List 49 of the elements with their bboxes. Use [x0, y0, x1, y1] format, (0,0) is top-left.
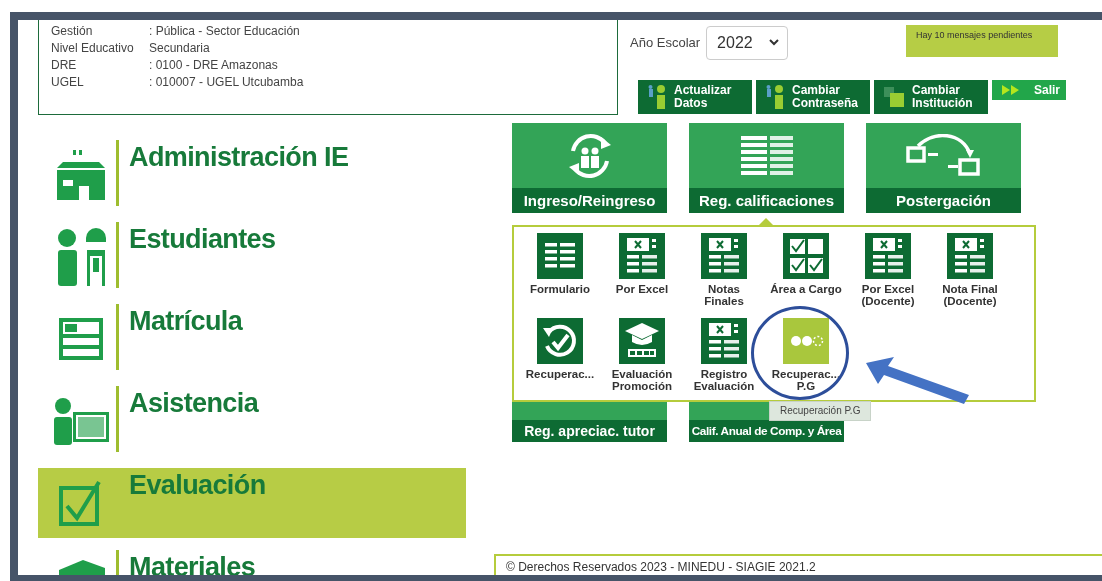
school-year-select[interactable]: 2022 — [706, 25, 789, 60]
chevron-down-icon — [769, 39, 780, 46]
checklist-icon — [783, 233, 829, 279]
excel-sheet-icon — [619, 233, 665, 279]
messages-notice[interactable]: Hay 10 mensajes pendientes — [906, 25, 1059, 57]
header-button[interactable]: Actualizar Datos — [638, 80, 752, 114]
person-icon — [766, 85, 786, 109]
refresh-check-icon — [537, 318, 583, 364]
submenu-item[interactable]: Formulario — [519, 233, 601, 318]
info-value: : Pública - Sector Educación — [149, 24, 301, 38]
tooltip: Recuperación P.G — [769, 401, 872, 421]
squares-icon — [884, 85, 906, 109]
menu-tile[interactable]: Postergación — [866, 123, 1021, 213]
excel-sheet-icon — [947, 233, 993, 279]
table-list-icon — [738, 133, 795, 178]
graduation-cap-icon — [619, 318, 665, 364]
header-button[interactable]: Cambiar Contraseña — [756, 80, 870, 114]
submenu-item[interactable]: Por Excel — [601, 233, 683, 318]
person-icon — [648, 85, 668, 109]
header-button[interactable]: Cambiar Institución — [874, 80, 988, 114]
submenu-item[interactable]: Registro Evaluación — [683, 318, 765, 403]
sidebar-item[interactable]: Matrícula — [38, 304, 466, 374]
submenu-item[interactable]: Evaluación Promoción — [601, 318, 683, 403]
spreadsheet-icon — [537, 233, 583, 279]
info-value: : 010007 - UGEL Utcubamba — [149, 75, 305, 89]
info-label: Nivel Educativo — [51, 41, 135, 55]
info-label: Gestión — [51, 24, 94, 38]
footer-text: © Derechos Reservados 2023 - MINEDU - SIAGIE 2021.2 — [494, 554, 1102, 575]
submenu-item[interactable]: Recuperac... — [519, 318, 601, 403]
submenu-item[interactable]: Recuperac... P.G — [765, 318, 847, 403]
info-label: DRE — [51, 58, 78, 72]
excel-sheet-icon — [865, 233, 911, 279]
submenu-item[interactable]: Notas Finales — [683, 233, 765, 318]
info-value: : 0100 - DRE Amazonas — [149, 58, 279, 72]
info-value: Secundaria — [149, 41, 211, 55]
sidebar-item[interactable]: Asistencia — [38, 386, 466, 456]
sidebar-item[interactable]: Administración IE — [38, 140, 466, 210]
menu-tile[interactable]: Reg. apreciac. tutor — [512, 400, 667, 442]
submenu-item[interactable]: Por Excel (Docente) — [847, 233, 929, 318]
dots-icon — [783, 318, 829, 364]
excel-sheet-icon — [701, 233, 747, 279]
excel-sheet-icon — [701, 318, 747, 364]
submenu-item[interactable]: Nota Final (Docente) — [929, 233, 1011, 318]
menu-tile[interactable]: Reg. calificaciones — [689, 123, 844, 213]
sidebar-item[interactable]: Estudiantes — [38, 222, 466, 292]
info-label: UGEL — [51, 75, 85, 89]
school-year-label: Año Escolar — [630, 35, 701, 50]
submenu-item[interactable]: Área a Cargo — [765, 233, 847, 318]
menu-tile[interactable]: Ingreso/Reingreso — [512, 123, 667, 213]
